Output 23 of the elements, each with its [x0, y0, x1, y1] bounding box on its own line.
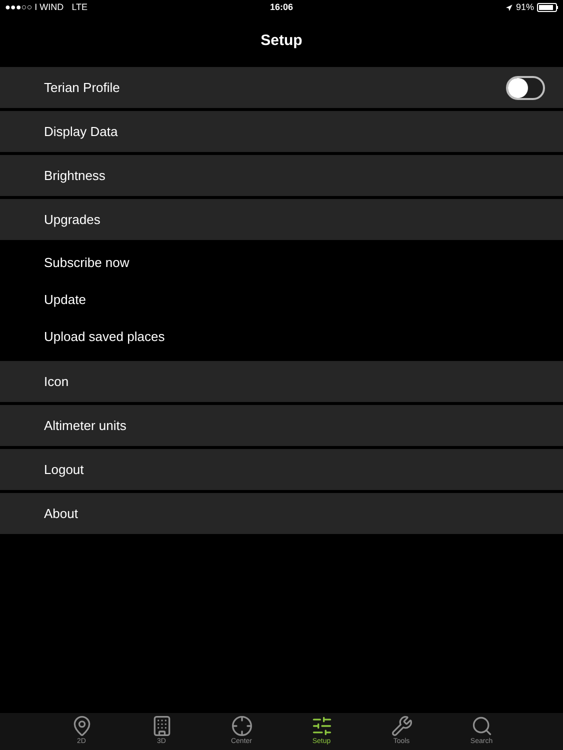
menu-item[interactable]: Subscribe now — [0, 244, 563, 281]
settings-row[interactable]: Upgrades — [0, 199, 563, 240]
carrier-text: ●●●○○ I WIND — [5, 0, 64, 14]
settings-row[interactable]: Logout — [0, 449, 563, 490]
location-arrow-icon — [504, 4, 513, 12]
page-title: Setup — [260, 30, 302, 51]
settings-row[interactable]: Icon — [0, 361, 563, 402]
crosshair-icon — [230, 715, 252, 738]
wrench-icon — [390, 715, 412, 738]
search-icon — [470, 715, 492, 738]
sliders-icon — [310, 715, 332, 738]
toggle-switch[interactable] — [506, 76, 545, 100]
menu-item[interactable]: Upload saved places — [0, 318, 563, 355]
battery-percent: 91% — [516, 0, 534, 14]
settings-row[interactable]: Display Data — [0, 111, 563, 152]
network-text: LTE — [72, 0, 88, 14]
status-time: 16:06 — [270, 0, 294, 14]
settings-row[interactable]: Altimeter units — [0, 405, 563, 446]
settings-row[interactable]: Terian Profile — [0, 67, 563, 108]
settings-row[interactable]: Brightness — [0, 155, 563, 196]
settings-row[interactable]: About — [0, 493, 563, 534]
menu-item[interactable]: Update — [0, 281, 563, 318]
battery-icon — [537, 3, 558, 12]
